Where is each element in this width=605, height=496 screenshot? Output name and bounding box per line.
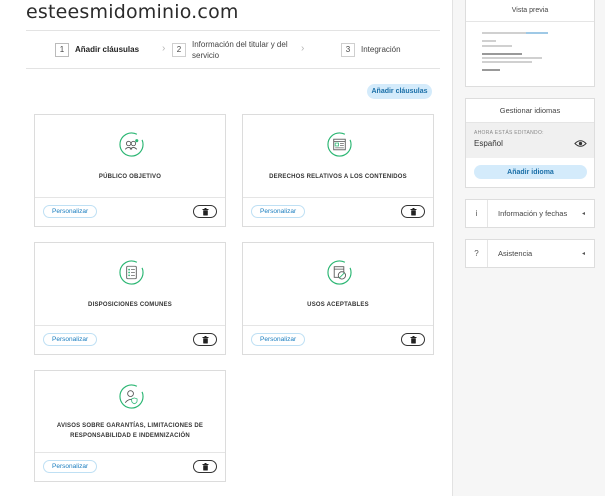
site-title: esteesmidominio.com (26, 1, 239, 23)
clause-card-acceptable-use: USOS ACEPTABLES Personalizar (242, 242, 434, 355)
sidebar: Vista previa Gestionar idiomas AHORA EST… (452, 0, 605, 496)
step-number: 1 (55, 42, 69, 57)
target-audience-icon (119, 132, 144, 157)
common-provisions-icon (119, 260, 144, 285)
eye-icon[interactable] (574, 139, 587, 148)
info-icon: i (466, 200, 488, 227)
editing-language-value: Español (474, 139, 503, 148)
customize-button[interactable]: Personalizar (43, 333, 98, 346)
clause-card-warranty-notices: AVISOS SOBRE GARANTÍAS, LIMITACIONES DE … (34, 370, 226, 482)
step-label: Información del titular y del servicio (192, 39, 288, 60)
trash-icon (410, 207, 416, 215)
delete-button[interactable] (193, 333, 217, 346)
languages-panel: Gestionar idiomas AHORA ESTÁS EDITANDO: … (465, 98, 595, 188)
card-body[interactable]: AVISOS SOBRE GARANTÍAS, LIMITACIONES DE … (35, 371, 225, 453)
trash-icon (202, 335, 208, 343)
card-title: DERECHOS RELATIVOS A LOS CONTENIDOS (269, 174, 407, 180)
clause-card-target-audience: PÚBLICO OBJETIVO Personalizar (34, 114, 226, 227)
preview-panel: Vista previa (465, 0, 595, 87)
info-dates-accordion[interactable]: i Información y fechas ◂ (465, 199, 595, 228)
customize-button[interactable]: Personalizar (251, 333, 306, 346)
help-icon: ? (466, 240, 488, 267)
add-clauses-button[interactable]: Añadir cláusulas (367, 84, 432, 99)
help-label: Asistencia (498, 249, 533, 258)
acceptable-use-icon (327, 260, 352, 285)
chevron-right-icon: › (301, 43, 305, 54)
preview-title: Vista previa (466, 0, 594, 22)
customize-button[interactable]: Personalizar (251, 205, 306, 218)
info-dates-label: Información y fechas (498, 209, 568, 218)
card-body[interactable]: PÚBLICO OBJETIVO (35, 115, 225, 198)
card-title: AVISOS SOBRE GARANTÍAS, LIMITACIONES DE … (56, 423, 204, 439)
clause-card-content-rights: DERECHOS RELATIVOS A LOS CONTENIDOS Pers… (242, 114, 434, 227)
trash-icon (202, 207, 208, 215)
step-add-clauses[interactable]: 1 Añadir cláusulas (55, 31, 139, 68)
main-content: esteesmidominio.com 1 Añadir cláusulas ›… (0, 0, 452, 496)
stepper: 1 Añadir cláusulas › 2 Información del t… (26, 30, 440, 69)
editing-label: AHORA ESTÁS EDITANDO: (474, 130, 544, 136)
card-title: PÚBLICO OBJETIVO (98, 174, 162, 180)
step-number: 3 (341, 42, 355, 57)
step-number: 2 (172, 42, 186, 57)
delete-button[interactable] (193, 205, 217, 218)
help-accordion[interactable]: ? Asistencia ◂ (465, 239, 595, 268)
clause-card-common-provisions: DISPOSICIONES COMUNES Personalizar (34, 242, 226, 355)
editing-language-box: AHORA ESTÁS EDITANDO: Español (466, 123, 594, 158)
card-title: USOS ACEPTABLES (307, 302, 369, 308)
step-integration[interactable]: 3 Integración (341, 31, 401, 68)
warranty-notice-icon (119, 384, 144, 409)
preview-document-thumbnail[interactable] (478, 30, 584, 76)
customize-button[interactable]: Personalizar (43, 205, 98, 218)
step-label: Añadir cláusulas (75, 45, 140, 54)
card-body[interactable]: DISPOSICIONES COMUNES (35, 243, 225, 326)
step-label: Integración (361, 45, 401, 54)
step-owner-info[interactable]: 2 Información del titular y del servicio (172, 31, 298, 68)
card-title: DISPOSICIONES COMUNES (88, 302, 172, 308)
delete-button[interactable] (401, 205, 425, 218)
add-language-button[interactable]: Añadir idioma (474, 165, 587, 179)
trash-icon (410, 335, 416, 343)
delete-button[interactable] (193, 460, 217, 473)
trash-icon (202, 462, 208, 470)
customize-button[interactable]: Personalizar (43, 460, 98, 473)
card-body[interactable]: USOS ACEPTABLES (243, 243, 433, 326)
chevron-right-icon: › (162, 43, 166, 54)
caret-left-icon: ◂ (582, 251, 586, 257)
languages-title: Gestionar idiomas (466, 99, 594, 123)
content-rights-icon (327, 132, 352, 157)
caret-left-icon: ◂ (582, 211, 586, 217)
delete-button[interactable] (401, 333, 425, 346)
card-body[interactable]: DERECHOS RELATIVOS A LOS CONTENIDOS (243, 115, 433, 198)
